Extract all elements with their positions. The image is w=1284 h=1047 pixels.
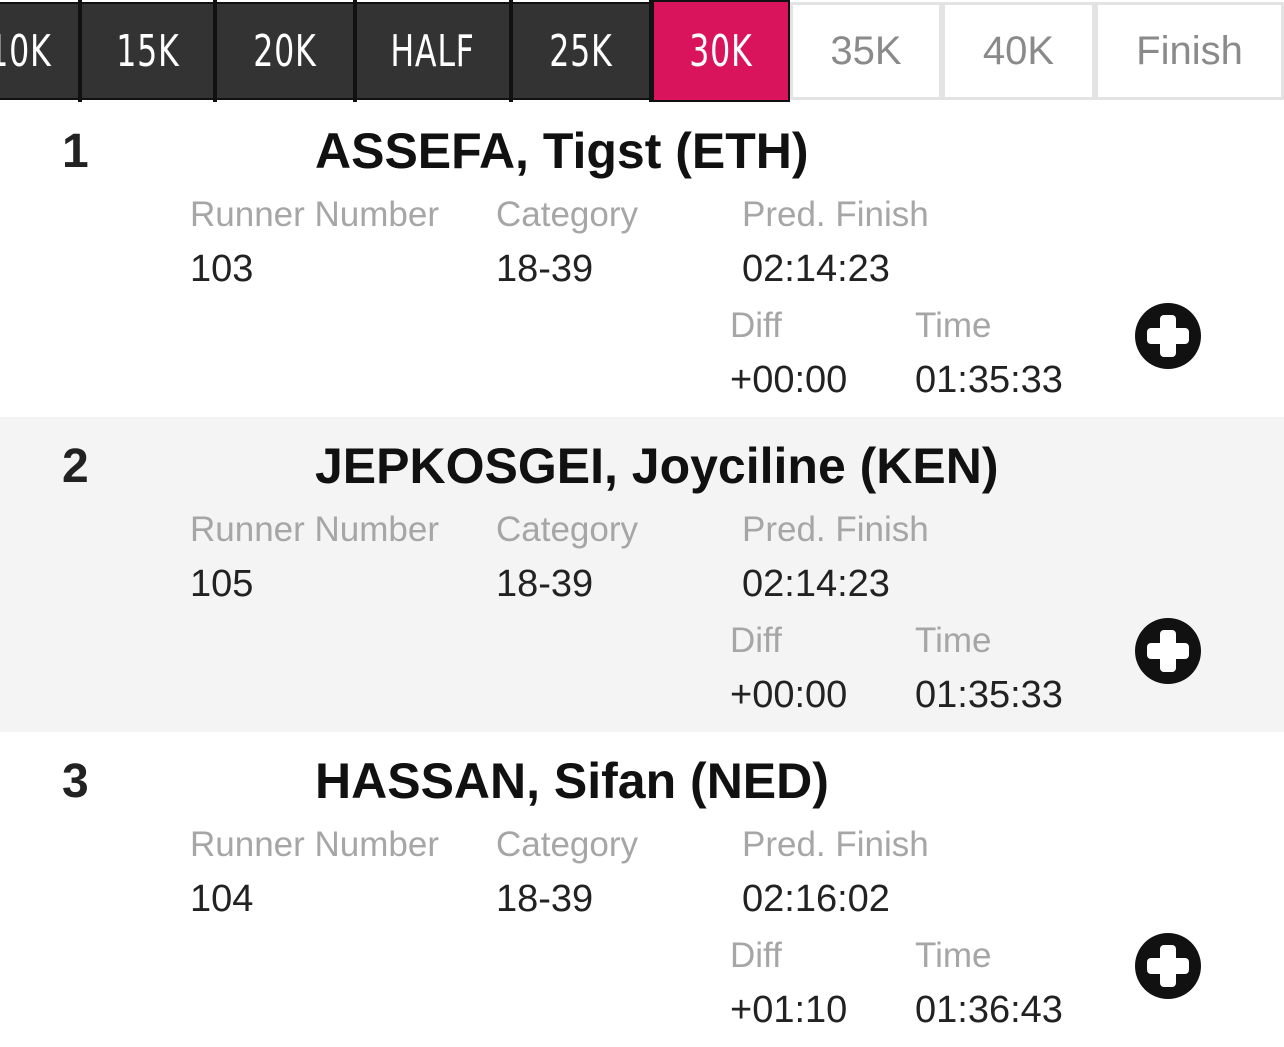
diff-value: +01:10 [730,989,848,1031]
time-label: Time [915,621,992,660]
tab-15k[interactable]: 15K [82,2,213,100]
tab-40k[interactable]: 40K [942,2,1095,100]
runner-number: 104 [190,878,254,920]
pred-finish-label: Pred. Finish [742,510,929,549]
category-value: 18-39 [496,563,594,605]
category-value: 18-39 [496,248,594,290]
category-label: Category [496,195,639,234]
pred-finish-value: 02:14:23 [742,248,890,290]
rank: 1 [62,125,89,178]
split-tabs: 10K 15K 20K HALF 25K 30K 35K 40K Finish [0,0,1284,102]
runner-row: 2 JEPKOSGEI, Joyciline (KEN) Runner Numb… [0,417,1284,732]
runner-row: 1 ASSEFA, Tigst (ETH) Runner Number 103 … [0,102,1284,417]
diff-value: +00:00 [730,359,848,401]
category-value: 18-39 [496,878,594,920]
runner-name: ASSEFA, Tigst (ETH) [315,123,809,179]
rank: 2 [62,440,89,493]
tab-half[interactable]: HALF [357,2,509,100]
tab-30k[interactable]: 30K [652,0,790,102]
diff-label: Diff [730,936,782,975]
pred-finish-value: 02:16:02 [742,878,890,920]
time-value: 01:35:33 [915,674,1063,716]
category-label: Category [496,510,639,549]
runner-name: JEPKOSGEI, Joyciline (KEN) [315,438,999,494]
runner-number: 103 [190,248,254,290]
runner-row: 3 HASSAN, Sifan (NED) Runner Number 104 … [0,732,1284,1047]
tab-20k[interactable]: 20K [217,2,353,100]
diff-label: Diff [730,306,782,345]
time-label: Time [915,306,992,345]
diff-label: Diff [730,621,782,660]
diff-value: +00:00 [730,674,848,716]
pred-finish-value: 02:14:23 [742,563,890,605]
runner-number-label: Runner Number [190,195,439,234]
pred-finish-label: Pred. Finish [742,825,929,864]
pred-finish-label: Pred. Finish [742,195,929,234]
tab-finish[interactable]: Finish [1095,2,1284,100]
tab-10k[interactable]: 10K [0,2,79,100]
tab-25k[interactable]: 25K [513,2,649,100]
runner-number-label: Runner Number [190,510,439,549]
plus-circle-icon[interactable] [1134,302,1202,370]
runner-name: HASSAN, Sifan (NED) [315,753,829,809]
runner-number: 105 [190,563,254,605]
category-label: Category [496,825,639,864]
time-value: 01:36:43 [915,989,1063,1031]
plus-circle-icon[interactable] [1134,617,1202,685]
plus-circle-icon[interactable] [1134,932,1202,1000]
rank: 3 [62,755,89,808]
time-value: 01:35:33 [915,359,1063,401]
runner-number-label: Runner Number [190,825,439,864]
tab-35k[interactable]: 35K [790,2,942,100]
time-label: Time [915,936,992,975]
